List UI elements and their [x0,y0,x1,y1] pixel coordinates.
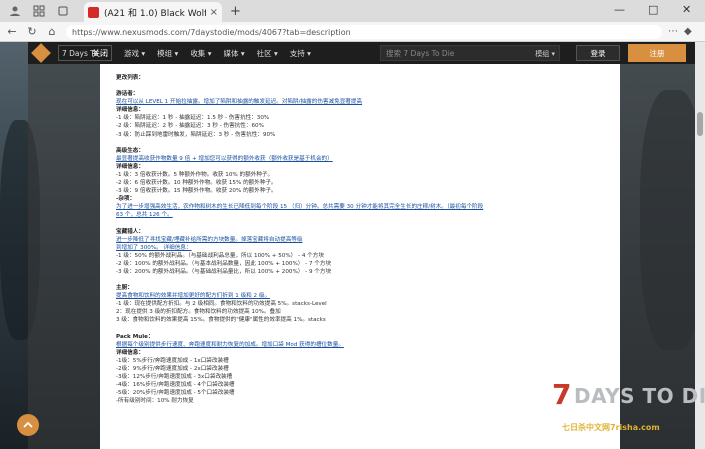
back-icon[interactable]: ← [4,25,20,38]
section-heading: 详细信息： [116,349,144,356]
highlight-text: 最显著提高收获作物数量 9 倍 + 增加您可以获得的额外收获（额外收获是基于机会… [116,155,333,162]
highlight-text: 根据每个级别提供步行速度、奔跑速度和耐力恢复的加成。增加口袋 Mod 获得的槽位… [116,341,344,348]
detail-line: 2：现在提供 3 级的折扣配方。食物和饮料的功效提高 10%。叠加 [116,309,281,316]
site-search-input[interactable]: 搜索 7 Days To Die 模组 ▾ [380,45,560,61]
address-bar: ← ↻ ⌂ https://www.nexusmods.com/7daystod… [0,22,705,42]
section-heading: 宝藏猎人： [116,228,144,235]
section-heading: 高级生态： [116,147,144,154]
section-heading: 详细信息： [116,163,144,170]
highlight-text: 进一步降低了寻找宝藏/埋藏补给所需的方块数量。掉落宝藏将自动提高等级 [116,236,303,243]
tab-actions-icon[interactable] [54,2,72,20]
login-button[interactable]: 登录 [576,45,620,61]
watermark-subtitle: 七日杀中文网7risha.com [562,423,660,432]
watermark: 7 DAYS TO DIE 七日杀中文网7risha.com [552,378,705,438]
chevron-up-icon [23,421,33,428]
section-heading: 详细信息： [116,107,144,114]
close-tooltip-label: 关闭 [92,49,108,58]
nav-support[interactable]: 支持 ▾ [290,48,311,59]
maximize-button[interactable]: □ [648,3,658,16]
mod-description: 更改列表： 游话者： 现在可以从 LEVEL 1 开始拉抽露。增加了陷阱和抽露的触发… [100,64,620,449]
detail-line: -3 级：200% 的额外战利品。（与基础战利品量比，所以 100% + 200… [116,268,332,275]
nav-games[interactable]: 游戏 ▾ [124,48,145,59]
tab-title: (A21 和 1.0) Black Wolf 在 7 Da... [104,8,206,19]
search-filter-dropdown[interactable]: 模组 ▾ [535,49,555,59]
changelog-text: 更改列表： 游话者： 现在可以从 LEVEL 1 开始拉抽露。增加了陷阱和抽露的触发… [116,74,586,405]
nav-mods[interactable]: 模组 ▾ [157,48,178,59]
register-button[interactable]: 注册 [628,44,686,62]
detail-line: 3 级：食物和饮料的效果提高 15%。食物提供的"健康"属性的效率提高 1%。s… [116,317,326,324]
section-heading: Pack Mule： [116,333,154,340]
tab-active[interactable]: (A21 和 1.0) Black Wolf 在 7 Da... × [84,2,222,22]
workspaces-icon[interactable] [30,2,48,20]
detail-line: -1 级：陷阱延迟：1 秒 - 抽露延迟：1.5 秒 - 伤害抗性：30% [116,115,270,122]
nav-media[interactable]: 媒体 ▾ [223,48,244,59]
section-heading: 更改列表： [116,75,144,81]
home-icon[interactable]: ⌂ [44,25,60,38]
detail-line: -3 级：9 倍收获计数。15 种额外作物。收获 20% 的额外种子。 [116,188,277,195]
scroll-to-top-button[interactable] [17,414,39,436]
detail-line: -3级：12%步行/奔跑速度加成 - 3x口袋改装槽 [116,374,233,380]
page-margin-left [28,64,100,449]
detail-line: -4级：16%步行/奔跑速度加成 - 4个口袋改装槽 [116,382,235,389]
detail-line: -1 级：3 倍收获计数。5 种额外作物。收获 10% 的额外种子。 [116,171,274,178]
extensions-icon[interactable]: ⋯ [668,26,678,37]
nav-community[interactable]: 社区 ▾ [257,48,278,59]
detail-line: -2 级：6 倍收获计数。10 种额外作物。收获 15% 的额外种子。 [116,180,277,187]
nav-collections[interactable]: 收集 ▾ [190,48,211,59]
watermark-title: DAYS TO DIE [574,384,705,408]
site-header: 7 Days To ... 游戏 ▾ 模组 ▾ 收集 ▾ 媒体 ▾ 社区 ▾ 支… [28,42,695,64]
section-heading: 游话者： [116,91,139,98]
highlight-text: 到增加了 300%。 详细信息： [116,244,192,251]
detail-line: -5级：20%步行/奔跑速度加成 - 5个口袋改装槽 [116,390,235,397]
section-heading: 主厨： [116,285,133,292]
detail-line: -2 级：100% 的额外战利品。（与基本战利品数量，因此 100% + 100… [116,260,332,267]
url-input[interactable]: https://www.nexusmods.com/7daystodie/mod… [66,25,662,39]
section-heading: -杂项： [116,196,136,203]
new-tab-button[interactable]: + [230,4,241,19]
highlight-text: 63 个，总共 126 个。 [116,212,173,219]
highlight-text: 为了进一步增强高效生活，农作物和树木的生长已降低到每个阶段 15 （归）分钟。总… [116,204,484,211]
tab-bar: (A21 和 1.0) Black Wolf 在 7 Da... × + — □… [0,0,705,22]
detail-line: -2级：9%步行/奔跑速度加成 - 2x口袋改装槽 [116,365,229,372]
refresh-icon[interactable]: ↻ [24,25,40,38]
detail-line: -1 级：50% 的额外战利品。（与基础战利品总量，所以 100% + 50%）… [116,252,324,259]
nexus-favicon-icon [88,6,99,18]
profile-icon[interactable] [6,2,24,20]
detail-line: -所有级别时间：10% 耐力恢复 [116,398,194,405]
scrollbar-thumb[interactable] [697,112,703,136]
url-text: https://www.nexusmods.com/7daystodie/mod… [72,27,351,37]
detail-line: -1 级：现在提供配方折扣。与 2 级相同。食物和饮料的功效提高 5%。stac… [116,301,327,308]
watermark-seven: 7 [552,378,572,411]
detail-line: -2 级：陷阱延迟：2 秒 - 抽露延迟：3 秒 - 伤害抗性：60% [116,123,264,130]
highlight-text: 现在可以从 LEVEL 1 开始拉抽露。增加了陷阱和抽露的触发延迟。对陷阱/抽露… [116,99,363,106]
minimize-button[interactable]: — [614,3,625,16]
detail-line: -3 级：防止踩到地雷时触发，陷阱延迟：3 秒 - 伤害抗性：90% [116,131,276,138]
search-placeholder: 搜索 7 Days To Die [386,48,455,58]
highlight-text: 提高食物和饮料的效果并增加更好的配方们折到 1 级和 2 级。 [116,293,271,300]
nexus-logo-icon[interactable] [31,43,51,63]
close-window-button[interactable]: ✕ [682,3,691,16]
copilot-icon[interactable]: ◆ [684,26,692,37]
tab-close-icon[interactable]: × [210,7,218,18]
browser-window: (A21 和 1.0) Black Wolf 在 7 Da... × + — □… [0,0,705,449]
detail-line: -1级：5%步行/奔跑速度加成 - 1x口袋改装槽 [116,357,229,364]
